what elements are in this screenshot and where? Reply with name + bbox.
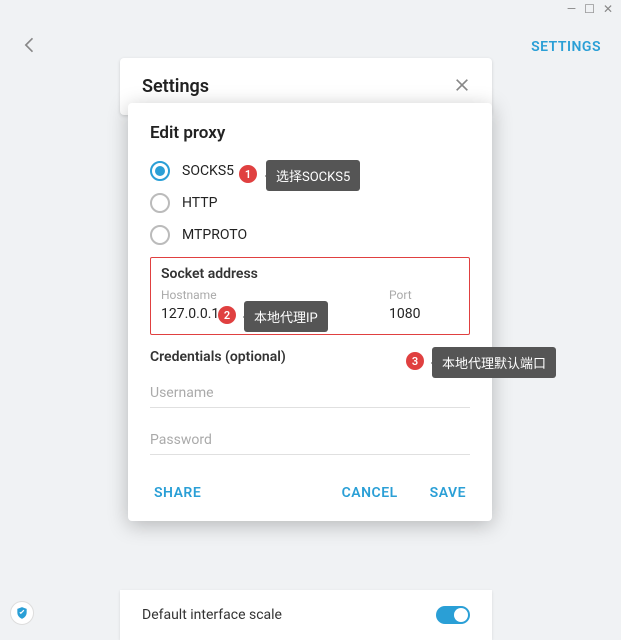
close-settings-button[interactable] [454, 77, 470, 97]
close-window-button[interactable]: ✕ [603, 2, 613, 16]
modal-footer: SHARE CANCEL SAVE [150, 479, 470, 507]
annotation-badge-2: 2 [218, 306, 236, 324]
settings-title: Settings [142, 76, 209, 97]
radio-icon [150, 193, 170, 213]
port-group: Port 1080 [389, 288, 459, 324]
share-button[interactable]: SHARE [150, 479, 205, 507]
back-button[interactable] [20, 35, 40, 59]
username-input[interactable] [150, 379, 470, 408]
socket-address-title: Socket address [161, 266, 459, 282]
arrow-left-icon [20, 35, 40, 55]
window-controls: — ☐ ✕ [559, 0, 621, 18]
hostname-label: Hostname [161, 288, 373, 302]
interface-scale-toggle[interactable] [436, 606, 470, 624]
interface-scale-row: Default interface scale [120, 590, 492, 640]
password-input[interactable] [150, 426, 470, 455]
proxy-option-label: HTTP [182, 195, 217, 211]
radio-selected-icon [150, 161, 170, 181]
proxy-option-http[interactable]: HTTP [150, 193, 470, 213]
annotation-callout-3: 本地代理默认端口 [432, 347, 556, 378]
connection-badge[interactable] [10, 601, 34, 625]
proxy-option-mtproto[interactable]: MTPROTO [150, 225, 470, 245]
proxy-option-label: SOCKS5 [182, 163, 234, 179]
settings-link[interactable]: SETTINGS [531, 39, 601, 55]
modal-title: Edit proxy [150, 123, 470, 143]
minimize-button[interactable]: — [567, 2, 576, 16]
proxy-option-label: MTPROTO [182, 227, 247, 243]
interface-scale-label: Default interface scale [142, 607, 282, 623]
port-label: Port [389, 288, 459, 302]
cancel-button[interactable]: CANCEL [338, 479, 402, 507]
annotation-callout-2: 本地代理IP [244, 301, 328, 332]
save-button[interactable]: SAVE [426, 479, 470, 507]
annotation-callout-1: 选择SOCKS5 [266, 160, 360, 191]
port-input[interactable]: 1080 [389, 304, 459, 324]
annotation-badge-3: 3 [406, 352, 424, 370]
shield-check-icon [15, 606, 29, 620]
annotation-badge-1: 1 [239, 165, 257, 183]
maximize-button[interactable]: ☐ [584, 2, 595, 16]
close-icon [454, 77, 470, 93]
radio-icon [150, 225, 170, 245]
